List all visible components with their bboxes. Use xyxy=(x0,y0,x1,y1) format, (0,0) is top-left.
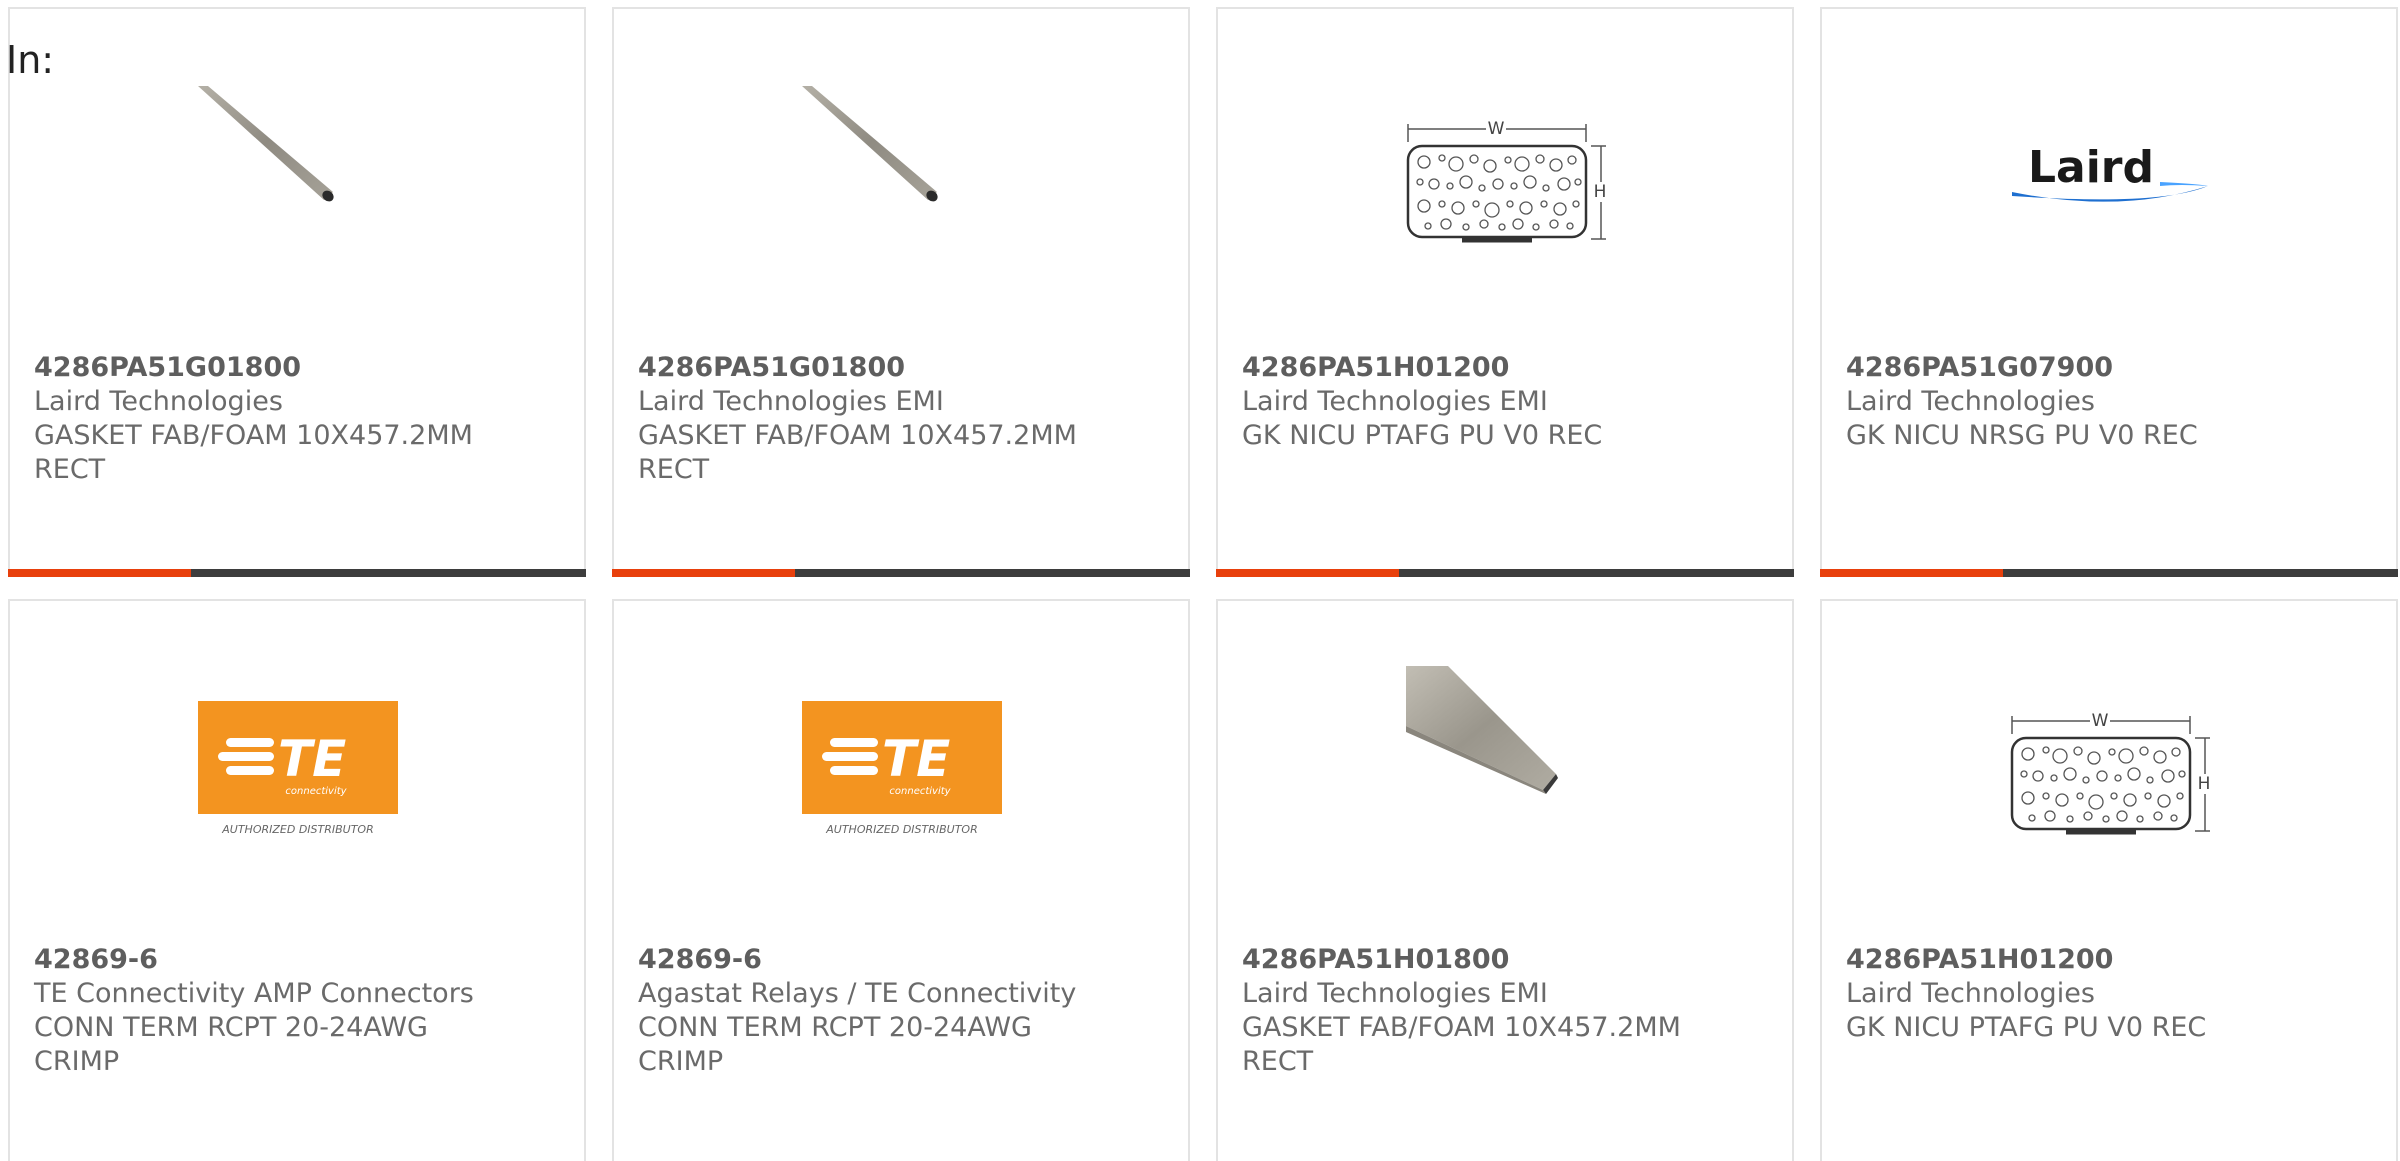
gasket-strip-image xyxy=(198,86,334,202)
description: GASKET FAB/FOAM 10X457.2MM RECT xyxy=(1242,1012,1681,1077)
manufacturer: Laird Technologies xyxy=(1846,386,2095,417)
product-image: Laird xyxy=(2010,74,2210,274)
gasket-strip-image xyxy=(1406,666,1558,794)
svg-text:Laird: Laird xyxy=(2028,142,2154,193)
product-info: 4286PA51G01800 Laird Technologies EMI GA… xyxy=(638,351,1178,487)
svg-text:AUTHORIZED DISTRIBUTOR: AUTHORIZED DISTRIBUTOR xyxy=(221,823,374,836)
card-footer-bar xyxy=(1216,569,1794,577)
product-results-page: In: 4286PA51G01800 Laird Technologies GA… xyxy=(0,0,2400,1161)
product-card[interactable]: TE connectivity AUTHORIZED DISTRIBUTOR 4… xyxy=(8,599,586,1161)
product-info: 42869-6 Agastat Relays / TE Connectivity… xyxy=(638,943,1178,1079)
product-card[interactable]: W H 4286PA51H01200 Laird Technologies EM… xyxy=(1216,7,1794,577)
filter-label: In: xyxy=(6,38,55,82)
part-number[interactable]: 4286PA51H01800 xyxy=(1242,943,1782,977)
card-accent xyxy=(8,569,191,577)
width-label: W xyxy=(2092,711,2109,731)
part-number[interactable]: 4286PA51G07900 xyxy=(1846,351,2386,385)
description: GK NICU NRSG PU V0 REC xyxy=(1846,420,2198,451)
manufacturer: TE Connectivity AMP Connectors xyxy=(34,978,474,1009)
description: GASKET FAB/FOAM 10X457.2MM RECT xyxy=(638,420,1077,485)
product-image: TE connectivity AUTHORIZED DISTRIBUTOR xyxy=(802,666,1002,866)
manufacturer: Laird Technologies EMI xyxy=(638,386,944,417)
product-image: W H xyxy=(2010,666,2210,866)
description: GASKET FAB/FOAM 10X457.2MM RECT xyxy=(34,420,473,485)
card-footer-bar xyxy=(8,569,586,577)
card-footer-bar xyxy=(612,569,1190,577)
svg-text:connectivity: connectivity xyxy=(285,786,347,797)
manufacturer: Agastat Relays / TE Connectivity xyxy=(638,978,1077,1009)
part-number[interactable]: 42869-6 xyxy=(638,943,1178,977)
part-number[interactable]: 4286PA51H01200 xyxy=(1846,943,2386,977)
card-accent xyxy=(1216,569,1399,577)
product-card[interactable]: 4286PA51G01800 Laird Technologies GASKET… xyxy=(8,7,586,577)
description: GK NICU PTAFG PU V0 REC xyxy=(1242,420,1603,451)
product-card[interactable]: TE connectivity AUTHORIZED DISTRIBUTOR 4… xyxy=(612,599,1190,1161)
gasket-strip-image xyxy=(802,86,938,202)
part-number[interactable]: 42869-6 xyxy=(34,943,574,977)
height-label: H xyxy=(2198,774,2210,794)
laird-logo: Laird xyxy=(2012,142,2208,202)
height-label: H xyxy=(1594,182,1606,202)
product-image: W H xyxy=(1406,74,1606,274)
product-info: 4286PA51G01800 Laird Technologies GASKET… xyxy=(34,351,574,487)
perforated-gasket-diagram: W H xyxy=(1406,119,1606,243)
product-info: 4286PA51G07900 Laird Technologies GK NIC… xyxy=(1846,351,2386,453)
te-connectivity-logo: TE connectivity AUTHORIZED DISTRIBUTOR xyxy=(198,701,398,836)
card-footer-bar xyxy=(1820,569,2398,577)
card-accent xyxy=(1820,569,2003,577)
svg-text:AUTHORIZED DISTRIBUTOR: AUTHORIZED DISTRIBUTOR xyxy=(825,823,978,836)
product-grid: 4286PA51G01800 Laird Technologies GASKET… xyxy=(8,7,2398,1161)
manufacturer: Laird Technologies EMI xyxy=(1242,386,1548,417)
product-info: 42869-6 TE Connectivity AMP Connectors C… xyxy=(34,943,574,1079)
product-card[interactable]: 4286PA51G01800 Laird Technologies EMI GA… xyxy=(612,7,1190,577)
product-info: 4286PA51H01200 Laird Technologies GK NIC… xyxy=(1846,943,2386,1045)
product-image: TE connectivity AUTHORIZED DISTRIBUTOR xyxy=(198,666,398,866)
description: CONN TERM RCPT 20-24AWG CRIMP xyxy=(638,1012,1032,1077)
product-image xyxy=(802,74,1002,274)
part-number[interactable]: 4286PA51H01200 xyxy=(1242,351,1782,385)
product-image xyxy=(198,74,398,274)
description: GK NICU PTAFG PU V0 REC xyxy=(1846,1012,2207,1043)
width-label: W xyxy=(1488,119,1505,139)
description: CONN TERM RCPT 20-24AWG CRIMP xyxy=(34,1012,428,1077)
svg-text:connectivity: connectivity xyxy=(889,786,951,797)
manufacturer: Laird Technologies EMI xyxy=(1242,978,1548,1009)
svg-text:TE: TE xyxy=(278,730,346,788)
manufacturer: Laird Technologies xyxy=(1846,978,2095,1009)
product-card[interactable]: W H 4286PA51H01200 Laird Technologies GK… xyxy=(1820,599,2398,1161)
te-connectivity-logo: TE connectivity AUTHORIZED DISTRIBUTOR xyxy=(802,701,1002,836)
part-number[interactable]: 4286PA51G01800 xyxy=(638,351,1178,385)
product-card[interactable]: 4286PA51H01800 Laird Technologies EMI GA… xyxy=(1216,599,1794,1161)
manufacturer: Laird Technologies xyxy=(34,386,283,417)
perforated-gasket-diagram: W H xyxy=(2010,711,2210,835)
product-image xyxy=(1406,666,1606,866)
product-card[interactable]: Laird 4286PA51G07900 Laird Technologies … xyxy=(1820,7,2398,577)
part-number[interactable]: 4286PA51G01800 xyxy=(34,351,574,385)
svg-text:TE: TE xyxy=(882,730,950,788)
card-accent xyxy=(612,569,795,577)
product-info: 4286PA51H01200 Laird Technologies EMI GK… xyxy=(1242,351,1782,453)
product-info: 4286PA51H01800 Laird Technologies EMI GA… xyxy=(1242,943,1782,1079)
